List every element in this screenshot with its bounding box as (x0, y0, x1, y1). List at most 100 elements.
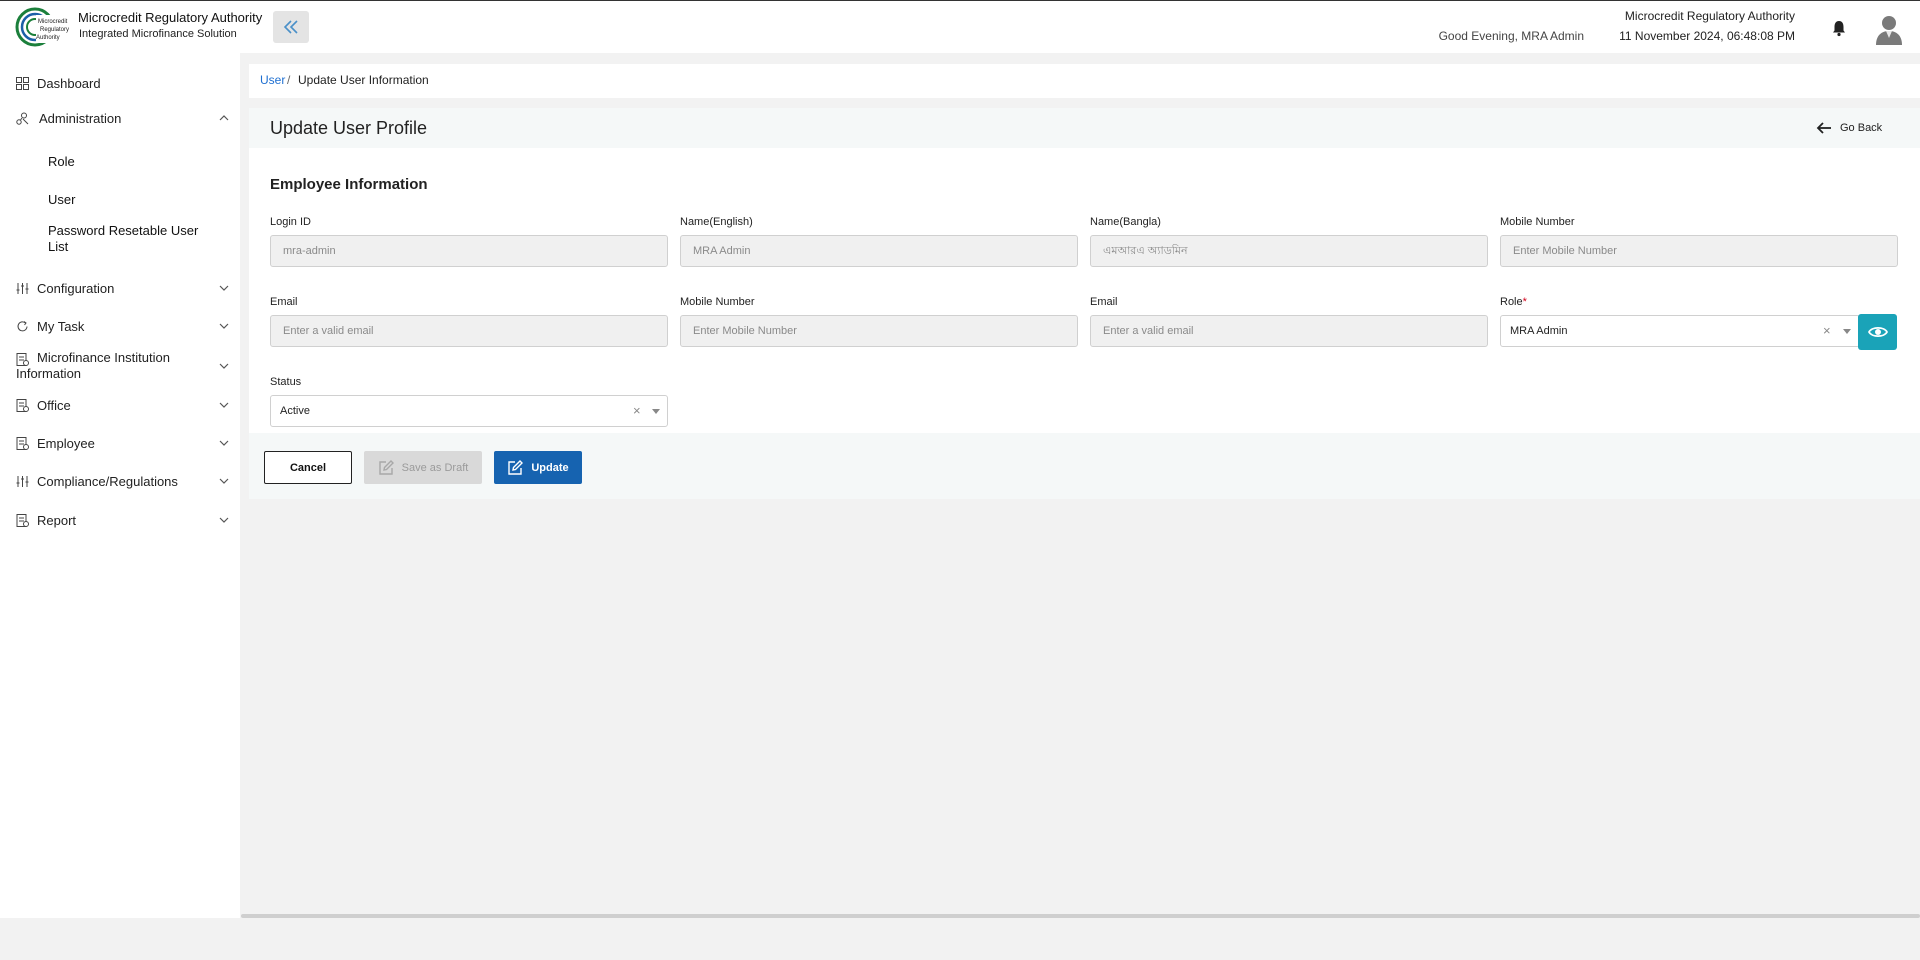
edit-icon (508, 459, 524, 475)
required-mark: * (1522, 296, 1527, 308)
document-icon (16, 398, 29, 412)
sidebar-item-administration[interactable]: Administration (0, 110, 240, 126)
double-chevron-left-icon (283, 20, 298, 34)
mobile-number-label-2: Mobile Number (680, 296, 755, 308)
svg-text:Microcredit: Microcredit (38, 19, 68, 25)
email-field-2[interactable] (1090, 315, 1488, 347)
form-actions: Cancel Save as Draft Update (249, 433, 1920, 499)
name-bangla-label: Name(Bangla) (1090, 216, 1161, 228)
sidebar-item-microfinance-institution[interactable]: Microfinance Institution Information (0, 350, 240, 382)
page-title: Update User Profile (270, 118, 428, 138)
role-label: Role* (1500, 296, 1527, 308)
chevron-down-icon (219, 517, 229, 523)
chevron-down-icon (219, 402, 229, 408)
mobile-number-field[interactable] (1500, 235, 1898, 267)
status-label: Status (270, 376, 302, 388)
sidebar-item-compliance[interactable]: Compliance/Regulations (0, 473, 240, 489)
svg-text:Authority: Authority (36, 35, 60, 41)
chevron-down-icon (219, 478, 229, 484)
login-id-label: Login ID (270, 216, 311, 228)
save-as-draft-label: Save as Draft (401, 461, 469, 474)
sidebar-item-label: Configuration (37, 280, 115, 296)
chevron-up-icon (219, 115, 229, 121)
sidebar-item-label: Microfinance Institution Information (16, 350, 170, 381)
breadcrumb-separator: / (287, 73, 291, 87)
email-field[interactable] (270, 315, 668, 347)
status-dropdown-caret-icon[interactable] (652, 409, 660, 414)
brand-title: Microcredit Regulatory Authority (78, 10, 263, 25)
svg-text:Regulatory: Regulatory (40, 27, 69, 33)
name-bangla-field[interactable] (1090, 235, 1488, 267)
edit-icon (378, 459, 394, 475)
eye-icon (1867, 326, 1888, 338)
go-back-label: Go Back (1840, 122, 1883, 134)
sidebar-item-configuration[interactable]: Configuration (0, 280, 240, 296)
view-role-button[interactable] (1858, 314, 1897, 350)
sidebar-item-label: Administration (39, 110, 122, 126)
page-title-bar: Update User Profile Go Back (249, 108, 1920, 148)
top-header: Microcredit Regulatory Authority Microcr… (0, 0, 1920, 53)
chevron-down-icon (219, 285, 229, 291)
sliders-icon (16, 282, 29, 294)
name-english-label: Name(English) (680, 216, 753, 228)
notification-bell-icon[interactable] (1830, 19, 1848, 37)
status-select-value: Active (280, 405, 310, 417)
status-clear-icon[interactable]: × (633, 403, 641, 418)
cancel-button[interactable]: Cancel (264, 451, 352, 484)
update-button[interactable]: Update (494, 451, 582, 484)
role-label-text: Role (1500, 296, 1523, 308)
sidebar-item-office[interactable]: Office (0, 397, 240, 413)
name-english-field[interactable] (680, 235, 1078, 267)
update-label: Update (531, 461, 569, 474)
role-clear-icon[interactable]: × (1823, 323, 1831, 338)
go-back-button[interactable]: Go Back (1816, 119, 1882, 137)
document-icon (16, 513, 29, 527)
sidebar-item-my-task[interactable]: My Task (0, 318, 240, 334)
chevron-down-icon (219, 363, 229, 369)
sidebar-item-employee[interactable]: Employee (0, 435, 240, 451)
mobile-number-field-2[interactable] (680, 315, 1078, 347)
sidebar-subitem-role[interactable]: Role (48, 154, 75, 169)
horizontal-scrollbar[interactable] (241, 914, 1920, 918)
greeting-text: Good Evening, MRA Admin (1438, 29, 1584, 43)
mra-logo: Microcredit Regulatory Authority (15, 7, 72, 47)
user-avatar-icon[interactable] (1874, 13, 1904, 45)
sidebar-item-label: Report (37, 512, 77, 528)
document-icon (16, 436, 29, 450)
sidebar-item-label: My Task (37, 318, 85, 334)
sidebar: Dashboard Administration Role User Passw… (0, 53, 240, 918)
sliders-icon (16, 475, 29, 487)
current-datetime: 11 November 2024, 06:48:08 PM (1619, 29, 1795, 43)
role-dropdown-caret-icon[interactable] (1843, 329, 1851, 334)
sidebar-item-label: Employee (37, 435, 95, 451)
breadcrumb: User / Update User Information (249, 64, 1920, 98)
org-name: Microcredit Regulatory Authority (1624, 9, 1795, 23)
sidebar-item-label: Office (37, 397, 71, 413)
section-title: Employee Information (270, 176, 428, 193)
chevron-down-icon (219, 323, 229, 329)
chevron-down-icon (219, 440, 229, 446)
email-label: Email (270, 296, 298, 308)
admin-icon (16, 112, 29, 125)
grid-icon (16, 76, 29, 90)
sidebar-subitem-user[interactable]: User (48, 192, 75, 207)
mobile-number-label: Mobile Number (1500, 216, 1575, 228)
refresh-icon (17, 320, 28, 331)
brand-subtitle: Integrated Microfinance Solution (79, 28, 237, 40)
sidebar-subitem-password-resetable[interactable]: Password Resetable User List (48, 223, 208, 255)
employee-information-form: Employee Information Login ID Name(Engli… (249, 148, 1920, 433)
arrow-left-icon (1816, 122, 1831, 134)
save-as-draft-button[interactable]: Save as Draft (364, 451, 482, 484)
role-select-value: MRA Admin (1510, 325, 1568, 337)
collapse-sidebar-button[interactable] (273, 11, 309, 43)
breadcrumb-current: Update User Information (298, 73, 429, 87)
login-id-field[interactable] (270, 235, 668, 267)
status-select[interactable]: Active × (270, 395, 668, 427)
sidebar-item-label: Dashboard (37, 75, 101, 91)
email-label-2: Email (1090, 296, 1118, 308)
sidebar-item-dashboard[interactable]: Dashboard (0, 75, 240, 91)
sidebar-item-report[interactable]: Report (0, 512, 240, 528)
breadcrumb-link-user[interactable]: User (260, 73, 285, 87)
sidebar-item-label: Compliance/Regulations (37, 473, 178, 489)
role-select[interactable]: MRA Admin × (1500, 315, 1860, 347)
